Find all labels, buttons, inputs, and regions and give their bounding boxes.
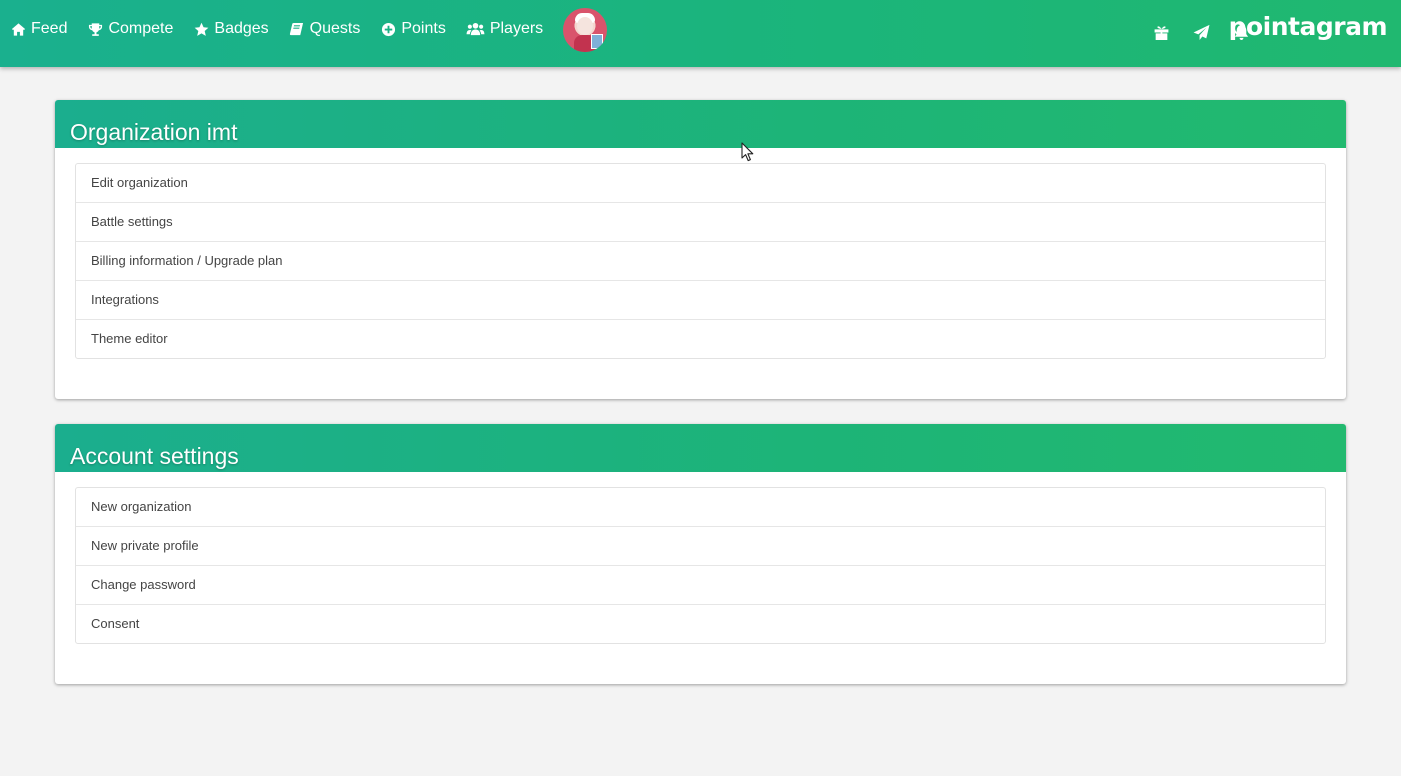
account-settings-title: Account settings xyxy=(70,443,239,469)
nav-feed[interactable]: Feed xyxy=(10,20,67,38)
home-icon xyxy=(10,21,26,37)
organization-title: Organization imt xyxy=(70,119,238,145)
users-icon xyxy=(466,21,485,37)
nav-points-label: Points xyxy=(401,20,446,37)
organization-menu: Edit organization Battle settings Billin… xyxy=(75,163,1326,359)
avatar-book xyxy=(591,34,604,49)
account-settings-menu: New organization New private profile Cha… xyxy=(75,487,1326,644)
nav-players-label: Players xyxy=(489,20,544,37)
account-settings-card: Account settings New organization New pr… xyxy=(55,424,1346,684)
gift-icon[interactable] xyxy=(1151,22,1171,42)
consent-link[interactable]: Consent xyxy=(76,604,1325,643)
nav-points[interactable]: Points xyxy=(380,20,446,38)
nav-compete-label: Compete xyxy=(108,20,174,37)
nav-badges[interactable]: Badges xyxy=(193,20,269,38)
battle-settings-link[interactable]: Battle settings xyxy=(76,202,1325,241)
new-private-profile-link[interactable]: New private profile xyxy=(76,526,1325,565)
plus-circle-icon xyxy=(380,21,396,37)
star-icon xyxy=(193,21,209,37)
theme-editor-link[interactable]: Theme editor xyxy=(76,319,1325,358)
trophy-icon xyxy=(87,21,103,37)
user-avatar[interactable] xyxy=(563,8,608,52)
change-password-link[interactable]: Change password xyxy=(76,565,1325,604)
nav-compete[interactable]: Compete xyxy=(87,20,173,38)
new-organization-link[interactable]: New organization xyxy=(76,488,1325,526)
nav-players[interactable]: Players xyxy=(466,20,543,38)
book-icon xyxy=(289,21,305,37)
nav-quests[interactable]: Quests xyxy=(289,20,361,38)
nav-badges-label: Badges xyxy=(214,20,269,37)
top-navigation-bar: Feed Compete Badges Quests Points Player… xyxy=(0,0,1401,67)
organization-card: Organization imt Edit organization Battl… xyxy=(55,100,1346,399)
nav-quests-label: Quests xyxy=(309,20,361,37)
edit-organization-link[interactable]: Edit organization xyxy=(76,164,1325,202)
integrations-link[interactable]: Integrations xyxy=(76,280,1325,319)
main-nav: Feed Compete Badges Quests Points Player… xyxy=(10,0,608,58)
send-icon[interactable] xyxy=(1191,22,1211,42)
pointagram-logo[interactable]: pointagram xyxy=(1229,12,1388,41)
mouse-cursor-icon xyxy=(741,142,754,162)
billing-information-link[interactable]: Billing information / Upgrade plan xyxy=(76,241,1325,280)
organization-card-header: Organization imt xyxy=(55,100,1346,148)
account-settings-card-header: Account settings xyxy=(55,424,1346,472)
nav-feed-label: Feed xyxy=(31,20,68,37)
avatar-face xyxy=(577,17,594,35)
